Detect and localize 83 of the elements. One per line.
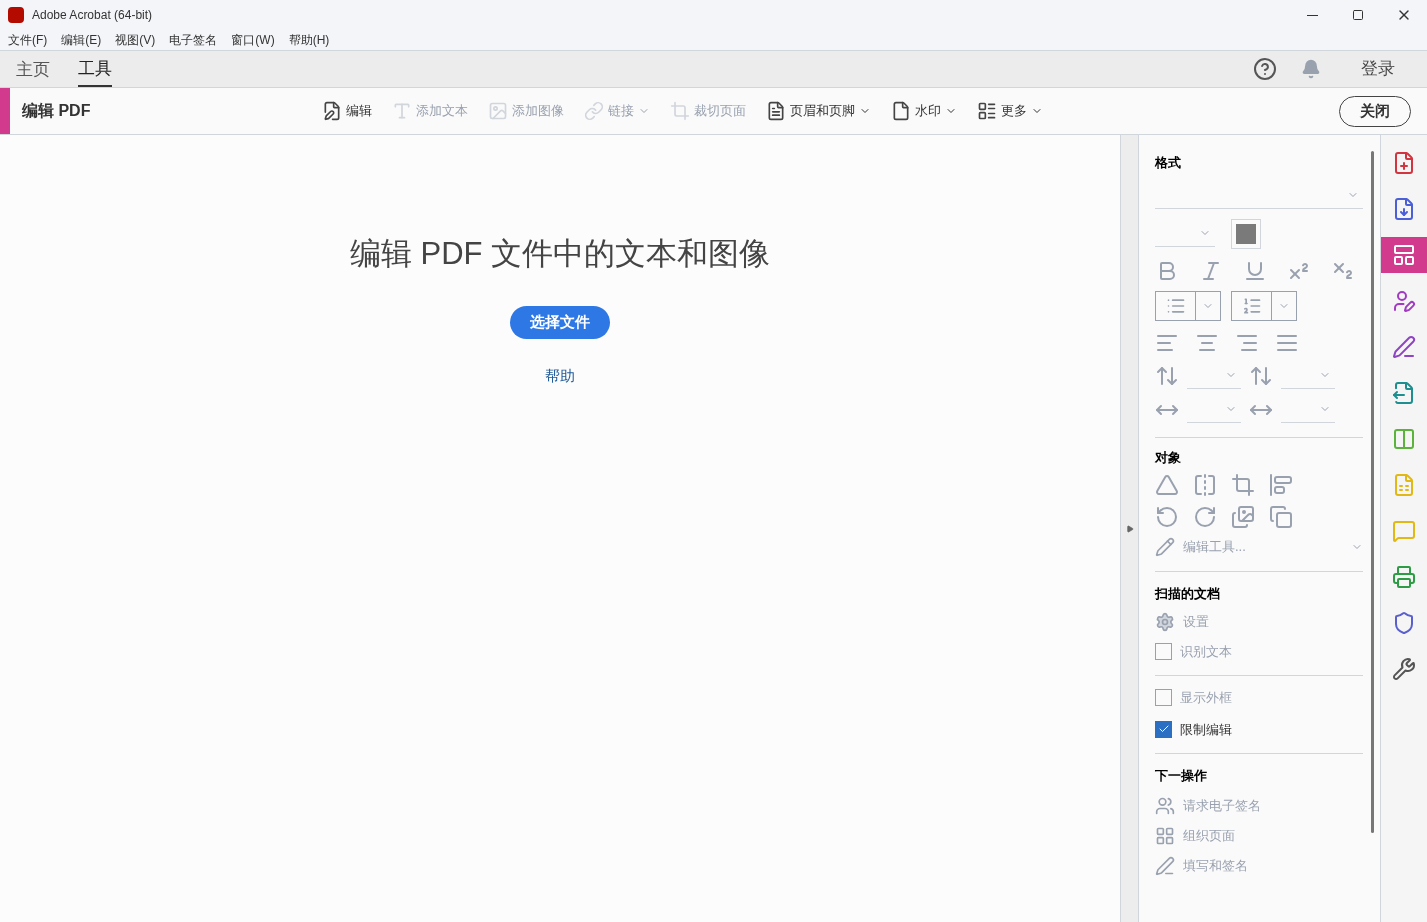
more-tool-icon	[1392, 657, 1416, 681]
tool-rail-button[interactable]	[1380, 237, 1427, 273]
flip-horizontal-icon[interactable]	[1193, 473, 1217, 497]
toolbar-label: 水印	[915, 102, 941, 121]
crop-icon[interactable]	[1231, 473, 1255, 497]
rotate-left-icon[interactable]	[1155, 505, 1179, 529]
print-tool-icon	[1392, 565, 1416, 589]
toolbar-label: 链接	[608, 102, 634, 121]
toolbar-button[interactable]: 更多	[977, 101, 1043, 121]
text-icon	[392, 101, 412, 121]
bell-icon[interactable]	[1301, 59, 1321, 79]
checkbox-label: 限制编辑	[1180, 720, 1232, 739]
help-icon[interactable]	[1253, 57, 1277, 81]
menu-item[interactable]: 电子签名	[169, 32, 218, 48]
section-title: 下一操作	[1155, 767, 1208, 785]
header-icon	[766, 101, 786, 121]
toolbar-label: 添加文本	[416, 102, 468, 121]
action-label: 请求电子签名	[1183, 796, 1261, 815]
watermark-icon	[891, 101, 911, 121]
page-heading: 编辑 PDF 文件中的文本和图像	[349, 235, 771, 273]
send-tool-icon	[1392, 381, 1416, 405]
menu-item[interactable]: 窗口(W)	[231, 32, 275, 48]
action-label: 填写和签名	[1183, 856, 1248, 875]
section-title: 对象	[1155, 448, 1182, 467]
settings-label: 设置	[1183, 612, 1209, 631]
help-link[interactable]: 帮助	[545, 364, 575, 387]
window-title: Adobe Acrobat (64-bit)	[32, 7, 153, 23]
toolbar-label: 页眉和页脚	[790, 102, 855, 121]
checkbox[interactable]	[1155, 720, 1172, 738]
bullet-list-button[interactable]	[1155, 290, 1221, 321]
menu-item[interactable]: 编辑(E)	[61, 32, 102, 48]
expand-icon[interactable]	[1125, 524, 1134, 533]
comment-tool-icon	[1392, 519, 1416, 543]
rotate-right-icon[interactable]	[1193, 505, 1217, 529]
toolbar-label: 裁切页面	[694, 102, 746, 121]
image-icon	[488, 101, 508, 121]
menu-item[interactable]: 文件(F)	[8, 32, 48, 48]
nav-tab[interactable]: 主页	[16, 53, 50, 87]
more-icon	[977, 101, 997, 121]
toolbar-button[interactable]: 水印	[891, 101, 957, 121]
edit-icon	[322, 101, 342, 121]
sign-tool-icon	[1392, 289, 1416, 313]
organize-icon	[1155, 825, 1175, 846]
toolbar-button[interactable]: 编辑	[322, 101, 372, 121]
organize-tool-icon	[1392, 427, 1416, 451]
fill-icon	[1155, 855, 1175, 876]
menu-item[interactable]: 视图(V)	[115, 32, 156, 48]
numbered-list-button[interactable]	[1231, 290, 1297, 321]
minimize-icon	[1306, 14, 1318, 16]
edit-tool-icon	[1392, 243, 1416, 267]
protect-tool-icon	[1392, 611, 1416, 635]
gear-icon	[1155, 611, 1175, 632]
export-tool-icon	[1392, 197, 1416, 221]
app-logo-icon	[8, 7, 24, 23]
color-swatch[interactable]	[1231, 218, 1261, 249]
create-tool-icon	[1392, 151, 1416, 175]
align-icon[interactable]	[1269, 473, 1293, 497]
checkbox-label: 识别文本	[1180, 642, 1232, 661]
pencil-icon	[1155, 537, 1175, 557]
toolbar-label: 添加图像	[512, 102, 564, 121]
action-label: 组织页面	[1183, 826, 1235, 845]
checkbox[interactable]	[1155, 642, 1172, 660]
checkbox[interactable]	[1155, 689, 1172, 707]
select-file-button[interactable]: 选择文件	[510, 305, 610, 339]
toolbar-label: 编辑	[346, 102, 372, 121]
scrollbar[interactable]	[1371, 151, 1374, 833]
link-icon	[584, 101, 604, 121]
replace-image-icon[interactable]	[1231, 505, 1255, 529]
toolbar-label: 更多	[1001, 102, 1027, 121]
crop-icon	[670, 101, 690, 121]
comment-file-tool-icon	[1392, 473, 1416, 497]
tool-color-strip	[0, 88, 10, 134]
login-button[interactable]: 登录	[1361, 56, 1395, 82]
fill-tool-icon	[1392, 335, 1416, 359]
section-title: 格式	[1155, 154, 1182, 172]
menu-item[interactable]: 帮助(H)	[288, 32, 330, 48]
section-title: 扫描的文档	[1155, 585, 1221, 603]
sign-icon	[1155, 795, 1175, 816]
tool-title: 编辑 PDF	[22, 101, 92, 121]
dropdown-label: 编辑工具...	[1183, 538, 1246, 557]
checkbox-label: 显示外框	[1180, 689, 1232, 707]
toolbar-button[interactable]: 页眉和页脚	[766, 101, 871, 121]
maximize-icon	[1352, 9, 1364, 21]
